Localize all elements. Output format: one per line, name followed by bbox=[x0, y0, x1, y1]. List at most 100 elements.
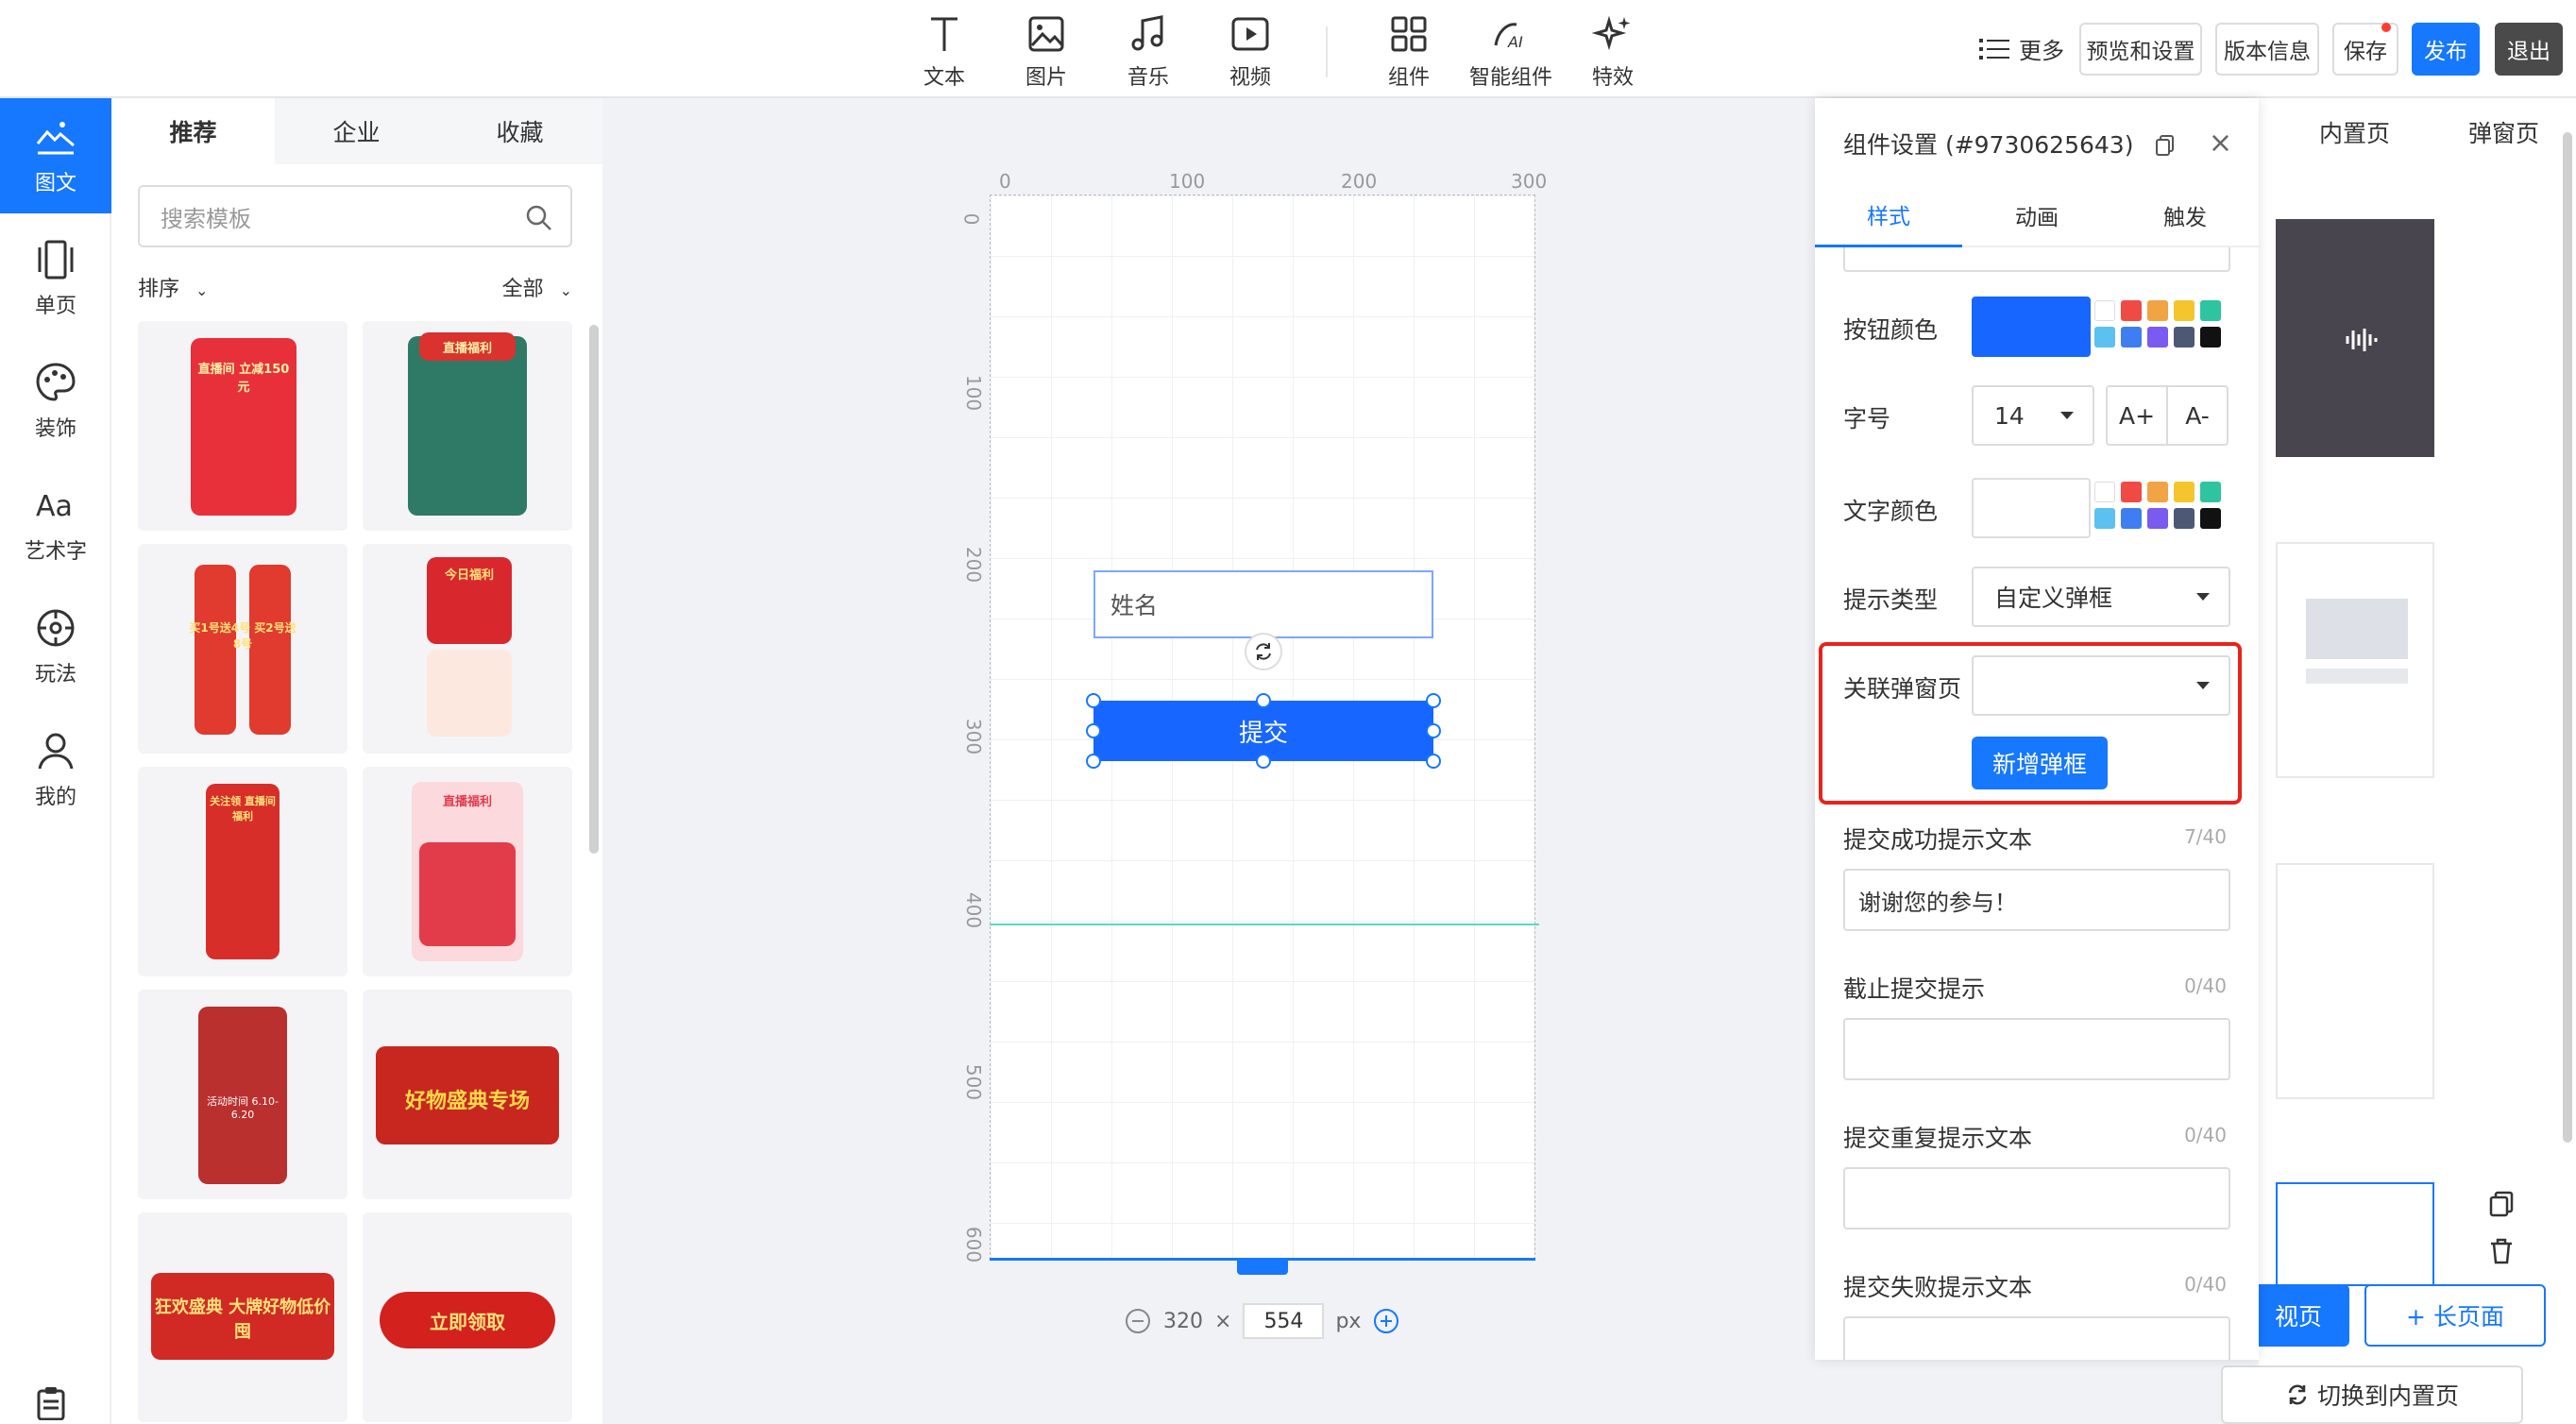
deadline-input[interactable] bbox=[1843, 1018, 2230, 1080]
tool-text[interactable]: 文本 bbox=[897, 9, 991, 91]
resize-handle[interactable] bbox=[1086, 693, 1101, 708]
color-swatch[interactable] bbox=[2200, 482, 2221, 502]
resize-handle[interactable] bbox=[1086, 723, 1101, 738]
color-swatch[interactable] bbox=[2147, 508, 2168, 529]
template-scrollbar[interactable] bbox=[589, 325, 599, 854]
template-card[interactable]: 买1号送4号 买2号送8号 bbox=[138, 544, 347, 754]
template-card[interactable]: 好物盛典专场 bbox=[363, 990, 572, 1199]
tab-style[interactable]: 样式 bbox=[1815, 183, 1962, 247]
tab-recommend[interactable]: 推荐 bbox=[111, 98, 275, 164]
page-thumbnail[interactable] bbox=[2276, 219, 2434, 457]
template-card[interactable]: 直播福利 bbox=[363, 767, 572, 976]
page-thumbnail[interactable] bbox=[2276, 542, 2434, 778]
submit-button-element[interactable]: 提交 bbox=[1093, 701, 1433, 761]
tab-built-in-page[interactable]: 内置页 bbox=[2319, 115, 2390, 149]
duplicate-text-input[interactable] bbox=[1843, 1167, 2230, 1229]
switch-built-in-page-button[interactable]: 切换到内置页 bbox=[2221, 1365, 2523, 1424]
tool-ai-component[interactable]: AI 智能组件 bbox=[1464, 9, 1558, 91]
color-swatch[interactable] bbox=[2121, 508, 2142, 529]
font-size-select[interactable]: 14 bbox=[1972, 385, 2094, 446]
template-card[interactable]: 关注领 直播间福利 bbox=[138, 767, 347, 976]
tool-component[interactable]: 组件 bbox=[1362, 9, 1456, 91]
tab-enterprise[interactable]: 企业 bbox=[275, 98, 438, 164]
color-swatch[interactable] bbox=[2200, 508, 2221, 529]
template-card[interactable]: 直播福利 bbox=[363, 321, 572, 531]
more-menu[interactable]: 更多 bbox=[1979, 32, 2064, 65]
color-swatch[interactable] bbox=[2147, 300, 2168, 321]
color-swatch[interactable] bbox=[2094, 300, 2115, 321]
nav-item-gameplay[interactable]: 玩法 bbox=[0, 589, 111, 704]
fail-text-input[interactable] bbox=[1843, 1316, 2230, 1360]
prompt-type-select[interactable]: 自定义弹框 bbox=[1972, 567, 2230, 627]
tool-image[interactable]: 图片 bbox=[999, 9, 1093, 91]
tab-trigger[interactable]: 触发 bbox=[2111, 183, 2259, 247]
font-increase-button[interactable]: A+ bbox=[2106, 385, 2168, 446]
success-text-input[interactable]: 谢谢您的参与！ bbox=[1843, 869, 2230, 931]
copy-icon[interactable] bbox=[2487, 1190, 2516, 1218]
clipboard-icon[interactable] bbox=[34, 1386, 68, 1420]
color-swatch[interactable] bbox=[2094, 508, 2115, 529]
tool-effect[interactable]: 特效 bbox=[1566, 9, 1660, 91]
trash-icon[interactable] bbox=[2487, 1237, 2516, 1265]
font-decrease-button[interactable]: A- bbox=[2166, 385, 2229, 446]
resize-handle[interactable] bbox=[1256, 754, 1271, 769]
tool-music[interactable]: 音乐 bbox=[1101, 9, 1195, 91]
template-search-input[interactable]: 搜索模板 bbox=[138, 185, 572, 247]
exit-button[interactable]: 退出 bbox=[2495, 23, 2563, 76]
template-card[interactable]: 狂欢盛典 大牌好物低价囤 bbox=[138, 1212, 347, 1422]
zoom-in-icon[interactable] bbox=[1372, 1307, 1400, 1335]
nav-item-graphic[interactable]: 图文 bbox=[0, 98, 123, 213]
color-swatch[interactable] bbox=[2121, 327, 2142, 348]
save-button[interactable]: 保存 bbox=[2332, 23, 2398, 76]
page-thumbnail[interactable] bbox=[2276, 863, 2434, 1099]
add-long-page-button[interactable]: + 长页面 bbox=[2364, 1284, 2546, 1347]
resize-handle[interactable] bbox=[1256, 693, 1271, 708]
nav-item-decoration[interactable]: 装饰 bbox=[0, 344, 111, 459]
resize-handle[interactable] bbox=[1426, 693, 1441, 708]
color-swatch[interactable] bbox=[2174, 300, 2195, 321]
color-swatch[interactable] bbox=[2094, 327, 2115, 348]
resize-handle[interactable] bbox=[1426, 754, 1441, 769]
tab-popup-page[interactable]: 弹窗页 bbox=[2468, 115, 2539, 149]
tab-favorites[interactable]: 收藏 bbox=[438, 98, 602, 164]
canvas-height-input[interactable]: 554 bbox=[1243, 1303, 1325, 1339]
page-resize-handle[interactable] bbox=[1237, 1258, 1288, 1275]
nav-item-art-text[interactable]: Aa 艺术字 bbox=[0, 466, 111, 582]
color-swatch[interactable] bbox=[2121, 300, 2142, 321]
color-swatch[interactable] bbox=[2094, 482, 2115, 502]
text-color-swatch[interactable] bbox=[1972, 478, 2091, 538]
zoom-out-icon[interactable] bbox=[1124, 1307, 1152, 1335]
color-swatch[interactable] bbox=[2200, 327, 2221, 348]
rotate-handle[interactable] bbox=[1245, 633, 1282, 670]
add-popup-button[interactable]: 新增弹框 bbox=[1972, 737, 2108, 789]
close-icon[interactable]: × bbox=[2209, 127, 2232, 160]
template-card[interactable]: 今日福利 bbox=[363, 544, 572, 754]
version-info-button[interactable]: 版本信息 bbox=[2215, 23, 2319, 76]
color-swatch[interactable] bbox=[2174, 508, 2195, 529]
resize-handle[interactable] bbox=[1426, 723, 1441, 738]
color-swatch[interactable] bbox=[2147, 482, 2168, 502]
filter-dropdown[interactable]: 全部 ⌄ bbox=[502, 272, 572, 302]
view-page-button[interactable]: 视页 bbox=[2247, 1284, 2349, 1347]
nav-item-single-page[interactable]: 单页 bbox=[0, 221, 111, 336]
button-color-swatch[interactable] bbox=[1972, 297, 2091, 357]
copy-id-icon[interactable] bbox=[2154, 134, 2177, 157]
publish-button[interactable]: 发布 bbox=[2412, 23, 2480, 76]
linked-popup-select[interactable] bbox=[1972, 655, 2230, 716]
color-swatch[interactable] bbox=[2174, 327, 2195, 348]
search-icon[interactable] bbox=[525, 204, 553, 232]
color-swatch[interactable] bbox=[2174, 482, 2195, 502]
truncated-input[interactable] bbox=[1843, 247, 2230, 272]
template-card[interactable]: 直播间 立减150元 bbox=[138, 321, 347, 531]
page-panel-scrollbar[interactable] bbox=[2563, 132, 2572, 1143]
resize-handle[interactable] bbox=[1086, 754, 1101, 769]
tab-animation[interactable]: 动画 bbox=[1963, 183, 2110, 247]
page-thumbnail-selected[interactable] bbox=[2276, 1182, 2434, 1286]
color-swatch[interactable] bbox=[2147, 327, 2168, 348]
name-input-field[interactable]: 姓名 bbox=[1093, 570, 1433, 638]
sort-dropdown[interactable]: 排序 ⌄ bbox=[138, 278, 208, 301]
tool-video[interactable]: 视频 bbox=[1203, 9, 1297, 91]
template-card[interactable]: 活动时间 6.10-6.20 bbox=[138, 990, 347, 1199]
color-swatch[interactable] bbox=[2200, 300, 2221, 321]
template-card[interactable]: 立即领取 bbox=[363, 1212, 572, 1422]
